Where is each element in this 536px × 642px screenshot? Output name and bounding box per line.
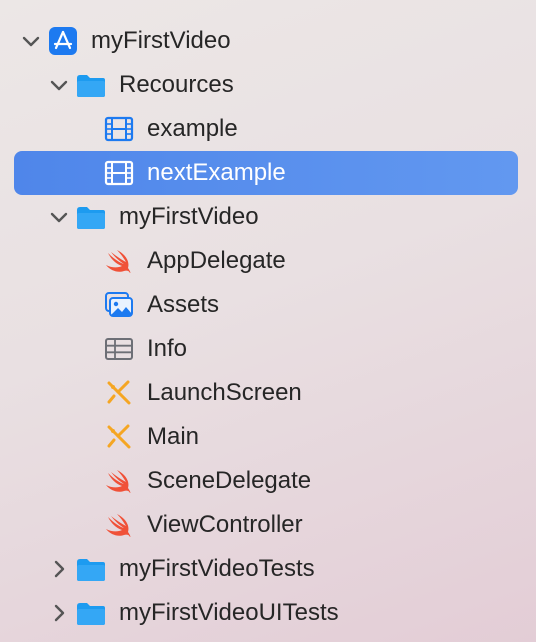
folder-icon — [76, 70, 106, 100]
storyboard-icon — [104, 378, 134, 408]
tree-label: myFirstVideo — [119, 203, 259, 230]
tree-label: myFirstVideoUITests — [119, 599, 339, 626]
video-file-icon — [104, 114, 134, 144]
tree-label: AppDelegate — [147, 247, 286, 274]
tree-label: Main — [147, 423, 200, 450]
tree-label: Assets — [147, 291, 220, 318]
tree-label: ViewController — [147, 511, 303, 538]
project-navigator: myFirstVideo Recources example nextExamp… — [0, 0, 536, 642]
tree-label: Info — [147, 335, 188, 362]
asset-catalog-icon — [104, 290, 134, 320]
tree-row-resources-group[interactable]: Recources — [0, 63, 536, 107]
tree-label: Recources — [119, 71, 234, 98]
swift-icon — [104, 246, 134, 276]
chevron-down-icon[interactable] — [48, 74, 70, 96]
chevron-down-icon[interactable] — [20, 30, 42, 52]
folder-icon — [76, 554, 106, 584]
tree-row-project[interactable]: myFirstVideo — [0, 19, 536, 63]
tree-label: LaunchScreen — [147, 379, 302, 406]
tree-row-view-controller[interactable]: ViewController — [0, 503, 536, 547]
plist-icon — [104, 334, 134, 364]
tree-row-tests-group[interactable]: myFirstVideoTests — [0, 547, 536, 591]
tree-row-source-group[interactable]: myFirstVideo — [0, 195, 536, 239]
chevron-down-icon[interactable] — [48, 206, 70, 228]
chevron-right-icon[interactable] — [48, 602, 70, 624]
tree-row-example[interactable]: example — [0, 107, 536, 151]
chevron-right-icon[interactable] — [48, 558, 70, 580]
tree-row-main[interactable]: Main — [0, 415, 536, 459]
tree-label: example — [147, 115, 238, 142]
tree-row-scene-delegate[interactable]: SceneDelegate — [0, 459, 536, 503]
tree-label: nextExample — [147, 159, 286, 186]
tree-row-app-delegate[interactable]: AppDelegate — [0, 239, 536, 283]
tree-label: myFirstVideo — [91, 27, 231, 54]
swift-icon — [104, 466, 134, 496]
tree-label: myFirstVideoTests — [119, 555, 315, 582]
folder-icon — [76, 598, 106, 628]
tree-row-info[interactable]: Info — [0, 327, 536, 371]
swift-icon — [104, 510, 134, 540]
folder-icon — [76, 202, 106, 232]
tree-label: SceneDelegate — [147, 467, 312, 494]
video-file-icon — [104, 158, 134, 188]
tree-row-assets[interactable]: Assets — [0, 283, 536, 327]
tree-row-next-example[interactable]: nextExample — [0, 151, 536, 195]
tree-row-ui-tests-group[interactable]: myFirstVideoUITests — [0, 591, 536, 635]
tree-row-launch-screen[interactable]: LaunchScreen — [0, 371, 536, 415]
xcode-project-icon — [48, 26, 78, 56]
storyboard-icon — [104, 422, 134, 452]
